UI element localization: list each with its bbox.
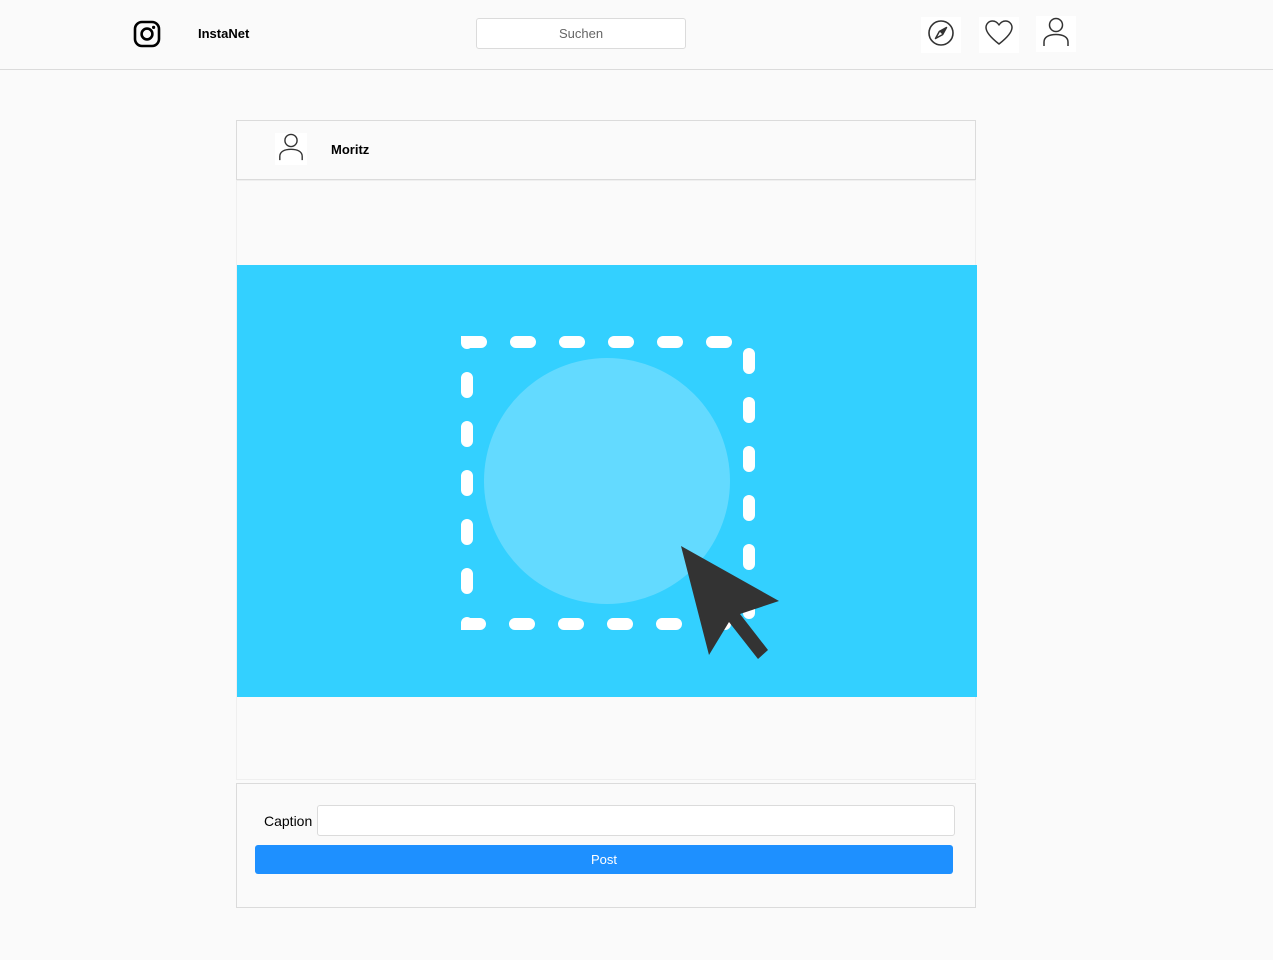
- caption-input[interactable]: [317, 805, 955, 836]
- heart-icon: [984, 19, 1014, 52]
- post-form: Caption Post: [236, 783, 976, 908]
- instagram-camera-icon[interactable]: [133, 20, 161, 48]
- user-icon: [277, 132, 305, 167]
- avatar[interactable]: [275, 133, 307, 165]
- top-navigation-bar: InstaNet: [0, 0, 1273, 70]
- activity-button[interactable]: [979, 17, 1019, 53]
- search-input[interactable]: [476, 18, 686, 49]
- post-header: Moritz: [236, 120, 976, 180]
- post-button[interactable]: Post: [255, 845, 953, 874]
- user-icon: [1041, 16, 1071, 53]
- explore-button[interactable]: [921, 17, 961, 53]
- post-username[interactable]: Moritz: [331, 142, 369, 157]
- post-image-area: [236, 180, 977, 780]
- caption-label: Caption: [264, 813, 313, 829]
- profile-button[interactable]: [1036, 16, 1076, 52]
- image-upload-dropzone[interactable]: [237, 265, 977, 697]
- upload-drop-zone-icon: [461, 336, 779, 659]
- brand-name[interactable]: InstaNet: [198, 26, 249, 41]
- compass-icon: [927, 19, 955, 52]
